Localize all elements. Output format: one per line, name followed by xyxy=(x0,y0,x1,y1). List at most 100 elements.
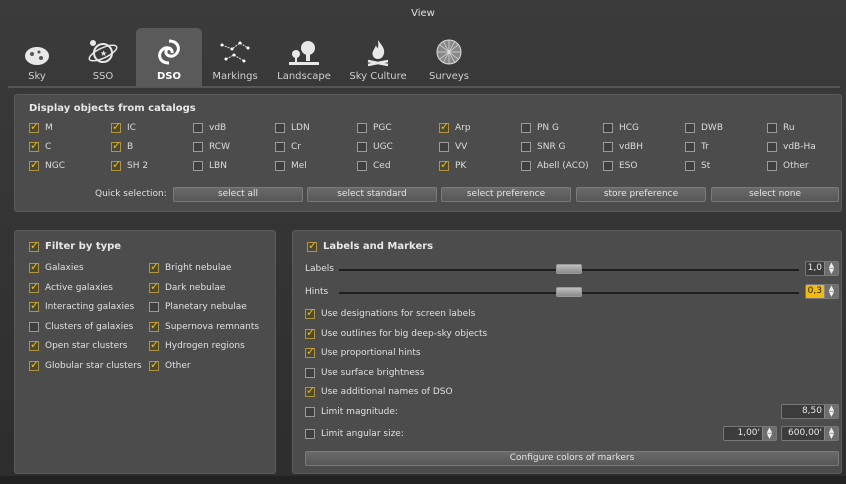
select-none-button[interactable]: select none xyxy=(711,187,839,202)
catalog-checkbox[interactable] xyxy=(521,142,531,152)
filter-option[interactable]: Active galaxies xyxy=(29,280,113,293)
limit-magnitude-row[interactable]: Limit magnitude: xyxy=(305,407,398,417)
catalog-checkbox[interactable] xyxy=(111,139,121,152)
tab-dso[interactable]: DSO xyxy=(136,28,202,86)
catalog-checkbox[interactable] xyxy=(357,142,367,152)
catalog-option[interactable]: IC xyxy=(111,120,136,133)
limit-angular-row[interactable]: Limit angular size: xyxy=(305,429,404,439)
filter-checkbox[interactable] xyxy=(149,319,159,332)
catalog-option[interactable]: Ru xyxy=(767,123,795,133)
label-option-checkbox[interactable] xyxy=(305,367,315,378)
filter-option[interactable]: Galaxies xyxy=(29,260,84,273)
catalog-checkbox[interactable] xyxy=(29,139,39,152)
catalog-option[interactable]: LDN xyxy=(275,123,310,133)
catalog-option[interactable]: vdBH xyxy=(603,142,643,152)
catalog-option[interactable]: Tr xyxy=(685,142,709,152)
catalog-option[interactable]: vdB xyxy=(193,123,226,133)
catalog-option[interactable]: VV xyxy=(439,142,467,152)
catalog-option[interactable]: Abell (ACO) xyxy=(521,161,589,171)
label-option-checkbox[interactable] xyxy=(305,384,315,397)
catalog-checkbox[interactable] xyxy=(767,142,777,152)
label-option-checkbox[interactable] xyxy=(305,326,315,339)
filter-option[interactable]: Bright nebulae xyxy=(149,260,231,273)
catalog-option[interactable]: M xyxy=(29,120,53,133)
select-preference-button[interactable]: select preference xyxy=(441,187,571,202)
filter-option[interactable]: Hydrogen regions xyxy=(149,338,245,351)
catalog-option[interactable]: SH 2 xyxy=(111,158,148,171)
catalog-checkbox[interactable] xyxy=(275,161,285,171)
configure-colors-button[interactable]: Configure colors of markers xyxy=(305,451,839,466)
hints-spinbox[interactable]: 0,3 ▲ ▼ xyxy=(805,284,839,299)
catalog-option[interactable]: RCW xyxy=(193,142,230,152)
catalog-option[interactable]: UGC xyxy=(357,142,393,152)
catalog-option[interactable]: PN G xyxy=(521,123,559,133)
select-standard-button[interactable]: select standard xyxy=(307,187,437,202)
catalog-checkbox[interactable] xyxy=(275,123,285,133)
catalog-checkbox[interactable] xyxy=(685,161,695,171)
filter-option[interactable]: Planetary nebulae xyxy=(149,302,247,312)
tab-sky-culture[interactable]: Sky Culture xyxy=(340,28,416,86)
label-option[interactable]: Use surface brightness xyxy=(305,367,424,378)
filter-checkbox[interactable] xyxy=(29,260,39,273)
catalog-option[interactable]: PGC xyxy=(357,123,392,133)
label-option-checkbox[interactable] xyxy=(305,345,315,358)
catalog-option[interactable]: SNR G xyxy=(521,142,566,152)
catalog-checkbox[interactable] xyxy=(357,161,367,171)
labels-markers-checkbox[interactable] xyxy=(307,239,317,252)
catalog-checkbox[interactable] xyxy=(29,158,39,171)
label-option[interactable]: Use proportional hints xyxy=(305,345,421,358)
limit-angular-min-arrows-icon[interactable]: ▲ ▼ xyxy=(762,427,776,440)
filter-checkbox[interactable] xyxy=(149,358,159,371)
labels-spinbox[interactable]: 1,0 ▲ ▼ xyxy=(805,261,839,276)
catalog-option[interactable]: LBN xyxy=(193,161,227,171)
catalog-option[interactable]: DWB xyxy=(685,123,723,133)
labels-slider-handle[interactable] xyxy=(556,264,582,274)
filter-checkbox[interactable] xyxy=(29,358,39,371)
catalog-option[interactable]: ESO xyxy=(603,161,637,171)
filter-checkbox[interactable] xyxy=(29,299,39,312)
filter-checkbox[interactable] xyxy=(149,302,159,312)
filter-option[interactable]: Interacting galaxies xyxy=(29,299,134,312)
catalog-option[interactable]: St xyxy=(685,161,710,171)
catalog-option[interactable]: C xyxy=(29,139,51,152)
catalog-checkbox[interactable] xyxy=(439,120,449,133)
catalog-checkbox[interactable] xyxy=(193,161,203,171)
catalog-checkbox[interactable] xyxy=(111,158,121,171)
filter-checkbox[interactable] xyxy=(29,321,39,332)
label-option[interactable]: Use additional names of DSO xyxy=(305,384,453,397)
catalog-checkbox[interactable] xyxy=(439,142,449,152)
tab-markings[interactable]: Markings xyxy=(202,28,268,86)
limit-magnitude-arrows-icon[interactable]: ▲ ▼ xyxy=(824,405,838,418)
filter-checkbox[interactable] xyxy=(29,338,39,351)
tab-sso[interactable]: ★ SSO xyxy=(70,28,136,86)
catalog-checkbox[interactable] xyxy=(193,142,203,152)
filter-option[interactable]: Open star clusters xyxy=(29,338,128,351)
limit-angular-max-spinbox[interactable]: 600,00' ▲ ▼ xyxy=(781,426,839,441)
hints-slider-handle[interactable] xyxy=(556,287,582,297)
filter-checkbox[interactable] xyxy=(149,338,159,351)
limit-magnitude-checkbox[interactable] xyxy=(305,407,315,417)
catalog-option[interactable]: NGC xyxy=(29,158,65,171)
filter-checkbox[interactable] xyxy=(29,280,39,293)
catalog-checkbox[interactable] xyxy=(521,123,531,133)
filter-option[interactable]: Globular star clusters xyxy=(29,358,142,371)
catalog-checkbox[interactable] xyxy=(521,161,531,171)
filter-option[interactable]: Clusters of galaxies xyxy=(29,321,133,332)
catalog-option[interactable]: Mel xyxy=(275,161,307,171)
catalog-checkbox[interactable] xyxy=(29,120,39,133)
catalog-option[interactable]: HCG xyxy=(603,123,639,133)
label-option-checkbox[interactable] xyxy=(305,306,315,319)
filter-option[interactable]: Dark nebulae xyxy=(149,280,225,293)
catalog-checkbox[interactable] xyxy=(275,142,285,152)
catalog-checkbox[interactable] xyxy=(603,142,613,152)
catalog-checkbox[interactable] xyxy=(193,123,203,133)
catalog-option[interactable]: Cr xyxy=(275,142,301,152)
catalog-checkbox[interactable] xyxy=(439,158,449,171)
catalog-option[interactable]: B xyxy=(111,139,133,152)
filter-checkbox[interactable] xyxy=(149,280,159,293)
labels-spin-arrows-icon[interactable]: ▲ ▼ xyxy=(824,262,838,275)
filter-option[interactable]: Other xyxy=(149,358,191,371)
store-preference-button[interactable]: store preference xyxy=(576,187,706,202)
filter-option[interactable]: Supernova remnants xyxy=(149,319,259,332)
catalog-option[interactable]: PK xyxy=(439,158,466,171)
